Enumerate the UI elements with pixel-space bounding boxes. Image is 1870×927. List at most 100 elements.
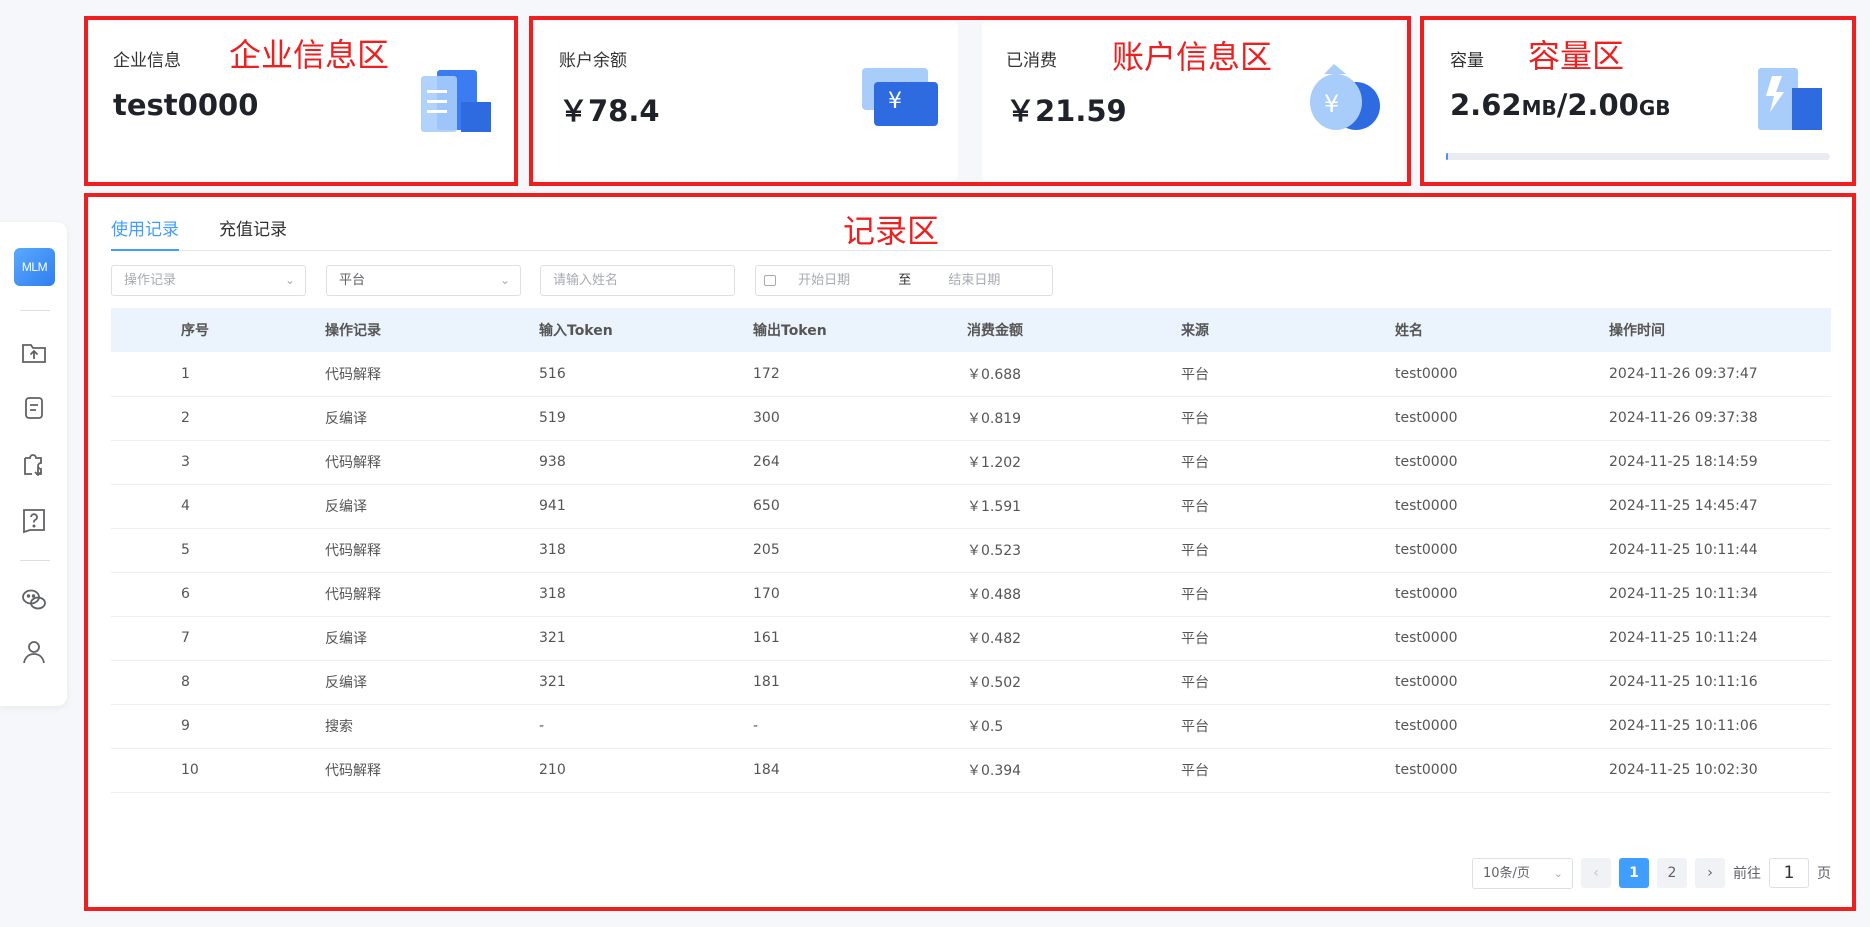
table-cell: test0000 bbox=[1395, 528, 1609, 573]
tab-recharge-records[interactable]: 充值记录 bbox=[219, 215, 287, 251]
table-cell: 2 bbox=[111, 396, 325, 441]
table-row: 4 反编译 941 650 ￥1.591 平台 test0000 2024-11-25 14:… bbox=[111, 484, 1831, 529]
table-cell: 平台 bbox=[1181, 396, 1395, 441]
table-cell: 1 bbox=[111, 352, 325, 397]
table-cell: 代码解释 bbox=[325, 528, 539, 573]
consumed-label: 已消费 bbox=[1006, 51, 1057, 71]
company-name: test0000 bbox=[113, 88, 259, 122]
capacity-used: 2.62 bbox=[1450, 88, 1522, 122]
table-cell: test0000 bbox=[1395, 572, 1609, 617]
table-cell: 平台 bbox=[1181, 528, 1395, 573]
table-cell: 2024-11-25 10:11:24 bbox=[1609, 616, 1831, 661]
tab-usage-records[interactable]: 使用记录 bbox=[111, 215, 179, 251]
table-cell: 反编译 bbox=[325, 396, 539, 441]
table-cell: 2024-11-26 09:37:47 bbox=[1609, 352, 1831, 397]
svg-text:¥: ¥ bbox=[888, 89, 902, 114]
table-cell: 4 bbox=[111, 484, 325, 529]
page-suffix: 页 bbox=[1817, 866, 1831, 882]
table-cell: 2024-11-25 10:11:16 bbox=[1609, 660, 1831, 705]
table-cell: 519 bbox=[539, 396, 753, 441]
table-row: 10 代码解释 210 184 ￥0.394 平台 test0000 2024-11-25 1… bbox=[111, 748, 1831, 793]
goto-label: 前往 bbox=[1733, 866, 1761, 882]
column-header: 操作记录 bbox=[325, 323, 381, 339]
table-cell: 平台 bbox=[1181, 616, 1395, 661]
platform-select[interactable]: 平台 ⌄ bbox=[326, 265, 521, 296]
table-cell: 2024-11-25 18:14:59 bbox=[1609, 440, 1831, 485]
sidebar-divider bbox=[20, 560, 50, 561]
table-cell: 代码解释 bbox=[325, 572, 539, 617]
money-bag-icon: ¥ bbox=[1304, 60, 1384, 132]
capacity-progress-fill bbox=[1446, 153, 1449, 160]
table-cell: 170 bbox=[753, 572, 967, 617]
help-icon[interactable] bbox=[20, 506, 48, 534]
table-cell: 321 bbox=[539, 660, 753, 705]
table-cell: ￥0.5 bbox=[967, 704, 1181, 749]
goto-page-input[interactable]: 1 bbox=[1769, 858, 1809, 888]
company-area-annotation: 企业信息区 bbox=[229, 36, 390, 74]
prev-page-button[interactable]: ‹ bbox=[1581, 858, 1611, 888]
table-cell: 264 bbox=[753, 440, 967, 485]
table-cell: ￥1.591 bbox=[967, 484, 1181, 529]
table-cell: 平台 bbox=[1181, 484, 1395, 529]
table-cell: ￥0.482 bbox=[967, 616, 1181, 661]
column-header: 操作时间 bbox=[1609, 323, 1665, 339]
end-date-input[interactable]: 结束日期 bbox=[948, 273, 1000, 288]
records-tabs: 使用记录 充值记录 bbox=[111, 215, 1831, 251]
column-header: 输入Token bbox=[539, 323, 613, 339]
balance-value: ￥78.4 bbox=[559, 94, 660, 128]
table-cell: 平台 bbox=[1181, 704, 1395, 749]
column-header: 序号 bbox=[181, 323, 209, 339]
table-cell: 2024-11-25 10:11:34 bbox=[1609, 572, 1831, 617]
app-logo[interactable]: MLM bbox=[14, 248, 55, 286]
column-header: 输出Token bbox=[753, 323, 827, 339]
table-cell: 10 bbox=[111, 748, 325, 793]
table-cell: test0000 bbox=[1395, 748, 1609, 793]
operation-select[interactable]: 操作记录 ⌄ bbox=[111, 265, 306, 296]
records-table: 序号 操作记录 输入Token 输出Token 消费金额 来源 姓名 操作时间 1 代码解释 51… bbox=[111, 308, 1831, 793]
table-cell: 2024-11-25 10:02:30 bbox=[1609, 748, 1831, 793]
table-cell: 2024-11-26 09:37:38 bbox=[1609, 396, 1831, 441]
table-cell: 反编译 bbox=[325, 616, 539, 661]
platform-select-value: 平台 bbox=[339, 273, 366, 288]
table-body: 1 代码解释 516 172 ￥0.688 平台 test0000 2024-11-26 09… bbox=[111, 352, 1831, 793]
name-search-input[interactable]: 请输入姓名 bbox=[540, 265, 735, 296]
table-cell: ￥1.202 bbox=[967, 440, 1181, 485]
table-cell: ￥0.394 bbox=[967, 748, 1181, 793]
table-cell: test0000 bbox=[1395, 660, 1609, 705]
consumed-value: ￥21.59 bbox=[1006, 94, 1127, 128]
page-2-button[interactable]: 2 bbox=[1657, 858, 1687, 888]
wechat-icon[interactable] bbox=[20, 586, 48, 614]
page-1-button[interactable]: 1 bbox=[1619, 858, 1649, 888]
user-icon[interactable] bbox=[20, 638, 48, 666]
table-row: 2 反编译 519 300 ￥0.819 平台 test0000 2024-11-26 09:… bbox=[111, 396, 1831, 441]
table-cell: 650 bbox=[753, 484, 967, 529]
table-cell: 平台 bbox=[1181, 748, 1395, 793]
table-cell: 181 bbox=[753, 660, 967, 705]
table-cell: ￥0.523 bbox=[967, 528, 1181, 573]
table-row: 5 代码解释 318 205 ￥0.523 平台 test0000 2024-11-25 10… bbox=[111, 528, 1831, 573]
chevron-down-icon: ⌄ bbox=[284, 273, 295, 287]
next-page-button[interactable]: › bbox=[1695, 858, 1725, 888]
puzzle-icon[interactable] bbox=[20, 450, 48, 478]
start-date-input[interactable]: 开始日期 bbox=[798, 266, 894, 295]
records-panel: 使用记录 充值记录 操作记录 ⌄ 平台 ⌄ 请输入姓名 开始日期 至 结束日期 … bbox=[89, 197, 1853, 909]
folder-upload-icon[interactable] bbox=[20, 338, 48, 366]
capacity-total-unit: GB bbox=[1638, 96, 1671, 120]
table-cell: 2024-11-25 14:45:47 bbox=[1609, 484, 1831, 529]
table-cell: 搜索 bbox=[325, 704, 539, 749]
table-cell: ￥0.502 bbox=[967, 660, 1181, 705]
page-size-select[interactable]: 10条/页 ⌄ bbox=[1472, 857, 1573, 889]
date-range-picker[interactable]: 开始日期 至 结束日期 bbox=[755, 265, 1053, 296]
column-header: 来源 bbox=[1181, 323, 1209, 339]
table-cell: 平台 bbox=[1181, 660, 1395, 705]
capacity-progress-bar bbox=[1446, 153, 1830, 160]
table-row: 3 代码解释 938 264 ￥1.202 平台 test0000 2024-11-25 18… bbox=[111, 440, 1831, 485]
storage-icon bbox=[1752, 62, 1832, 134]
document-icon[interactable] bbox=[20, 394, 48, 422]
date-range-separator: 至 bbox=[898, 273, 912, 288]
table-header-row: 序号 操作记录 输入Token 输出Token 消费金额 来源 姓名 操作时间 bbox=[111, 308, 1831, 352]
table-cell: test0000 bbox=[1395, 484, 1609, 529]
calendar-icon bbox=[764, 275, 776, 286]
table-cell: 516 bbox=[539, 352, 753, 397]
svg-text:¥: ¥ bbox=[1324, 90, 1339, 118]
